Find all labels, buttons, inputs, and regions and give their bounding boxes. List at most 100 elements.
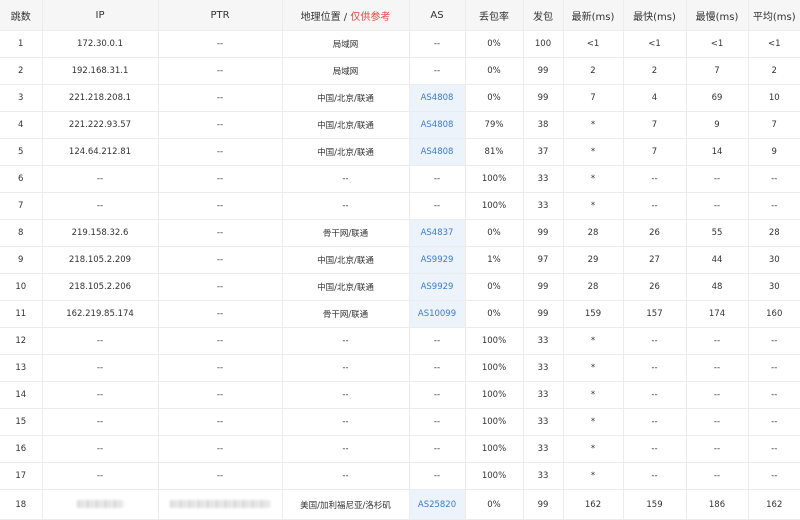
cell-hop: 13 (0, 354, 43, 382)
as-value: -- (433, 39, 441, 49)
cell-last: * (563, 408, 624, 436)
cell-sent: 99 (523, 273, 564, 301)
cell-ip: -- (42, 165, 159, 193)
cell-hop: 11 (0, 300, 43, 328)
redacted-ip (77, 500, 123, 508)
cell-best: -- (623, 381, 687, 409)
cell-loss: 100% (465, 165, 524, 193)
cell-ptr: -- (158, 435, 283, 463)
header-loss: 丢包率 (465, 0, 524, 31)
cell-best: 2 (623, 57, 687, 85)
cell-geo: 中国/北京/联通 (282, 111, 410, 139)
cell-avg: 160 (748, 300, 800, 328)
cell-loss: 81% (465, 138, 524, 166)
table-header-row: 跳数 IP PTR 地理位置 / 仅供参考 AS 丢包率 发包 最新(ms) 最… (0, 0, 800, 31)
cell-as[interactable]: AS25820 (409, 489, 466, 520)
cell-ptr: -- (158, 192, 283, 220)
cell-hop: 5 (0, 138, 43, 166)
cell-as[interactable]: AS10099 (409, 300, 466, 328)
cell-loss: 100% (465, 354, 524, 382)
cell-geo: 局域网 (282, 57, 410, 85)
cell-worst: -- (686, 165, 749, 193)
cell-geo: -- (282, 165, 410, 193)
cell-sent: 100 (523, 30, 564, 58)
cell-as[interactable]: AS4808 (409, 138, 466, 166)
cell-best: 4 (623, 84, 687, 112)
cell-sent: 33 (523, 408, 564, 436)
table-row: 11 162.219.85.174 -- 骨干网/联通 AS10099 0% 99 159 15… (0, 300, 800, 328)
cell-last: * (563, 381, 624, 409)
cell-as[interactable]: AS9929 (409, 273, 466, 301)
as-value: -- (433, 444, 441, 454)
cell-ip: 172.30.0.1 (42, 30, 159, 58)
table-row: 7 -- -- -- -- 100% 33 * -- -- -- (0, 192, 800, 220)
cell-worst: 174 (686, 300, 749, 328)
as-link[interactable]: AS10099 (418, 309, 456, 319)
cell-avg: 7 (748, 111, 800, 139)
table-row: 15 -- -- -- -- 100% 33 * -- -- -- (0, 408, 800, 436)
cell-as[interactable]: AS4808 (409, 111, 466, 139)
cell-ptr: -- (158, 300, 283, 328)
cell-last: <1 (563, 30, 624, 58)
cell-ptr: -- (158, 138, 283, 166)
cell-avg: -- (748, 192, 800, 220)
cell-sent: 99 (523, 57, 564, 85)
cell-last: 7 (563, 84, 624, 112)
cell-best: -- (623, 435, 687, 463)
table-row: 8 219.158.32.6 -- 骨干网/联通 AS4837 0% 99 28 26 55 28 (0, 219, 800, 247)
table-row: 10 218.105.2.206 -- 中国/北京/联通 AS9929 0% 99 28 26 4… (0, 273, 800, 301)
cell-ip: 124.64.212.81 (42, 138, 159, 166)
cell-worst: -- (686, 192, 749, 220)
as-link[interactable]: AS4808 (421, 93, 454, 103)
as-link[interactable]: AS9929 (421, 282, 454, 292)
cell-best: 7 (623, 111, 687, 139)
cell-hop: 14 (0, 381, 43, 409)
as-value: -- (433, 174, 441, 184)
cell-hop: 7 (0, 192, 43, 220)
cell-ip: -- (42, 192, 159, 220)
header-best: 最快(ms) (623, 0, 687, 31)
cell-sent: 33 (523, 354, 564, 382)
as-link[interactable]: AS4808 (421, 147, 454, 157)
cell-geo: 局域网 (282, 30, 410, 58)
cell-as[interactable]: AS9929 (409, 246, 466, 274)
cell-loss: 100% (465, 192, 524, 220)
cell-as[interactable]: AS4808 (409, 84, 466, 112)
table-row: 16 -- -- -- -- 100% 33 * -- -- -- (0, 435, 800, 463)
cell-hop: 12 (0, 327, 43, 355)
cell-as: -- (409, 435, 466, 463)
cell-loss: 0% (465, 300, 524, 328)
table-row: 17 -- -- -- -- 100% 33 * -- -- -- (0, 462, 800, 490)
cell-best: 27 (623, 246, 687, 274)
cell-ip (42, 489, 159, 520)
cell-last: * (563, 327, 624, 355)
cell-as[interactable]: AS4837 (409, 219, 466, 247)
as-link[interactable]: AS4837 (421, 228, 454, 238)
as-link[interactable]: AS25820 (418, 500, 456, 510)
cell-ip: -- (42, 462, 159, 490)
cell-geo: -- (282, 462, 410, 490)
cell-best: 26 (623, 219, 687, 247)
cell-sent: 38 (523, 111, 564, 139)
cell-sent: 33 (523, 327, 564, 355)
cell-avg: -- (748, 462, 800, 490)
as-link[interactable]: AS9929 (421, 255, 454, 265)
cell-sent: 33 (523, 381, 564, 409)
cell-avg: -- (748, 408, 800, 436)
table-row: 3 221.218.208.1 -- 中国/北京/联通 AS4808 0% 99 7 4 69 10 (0, 84, 800, 112)
table-row: 14 -- -- -- -- 100% 33 * -- -- -- (0, 381, 800, 409)
cell-geo: 骨干网/联通 (282, 300, 410, 328)
cell-geo: -- (282, 435, 410, 463)
cell-ip: 221.218.208.1 (42, 84, 159, 112)
cell-avg: -- (748, 435, 800, 463)
cell-avg: <1 (748, 30, 800, 58)
cell-geo: -- (282, 381, 410, 409)
cell-ptr: -- (158, 273, 283, 301)
cell-last: 29 (563, 246, 624, 274)
cell-as: -- (409, 327, 466, 355)
cell-sent: 99 (523, 489, 564, 520)
cell-as: -- (409, 30, 466, 58)
header-geo-note: 仅供参考 (350, 11, 391, 23)
cell-geo: 中国/北京/联通 (282, 138, 410, 166)
as-link[interactable]: AS4808 (421, 120, 454, 130)
